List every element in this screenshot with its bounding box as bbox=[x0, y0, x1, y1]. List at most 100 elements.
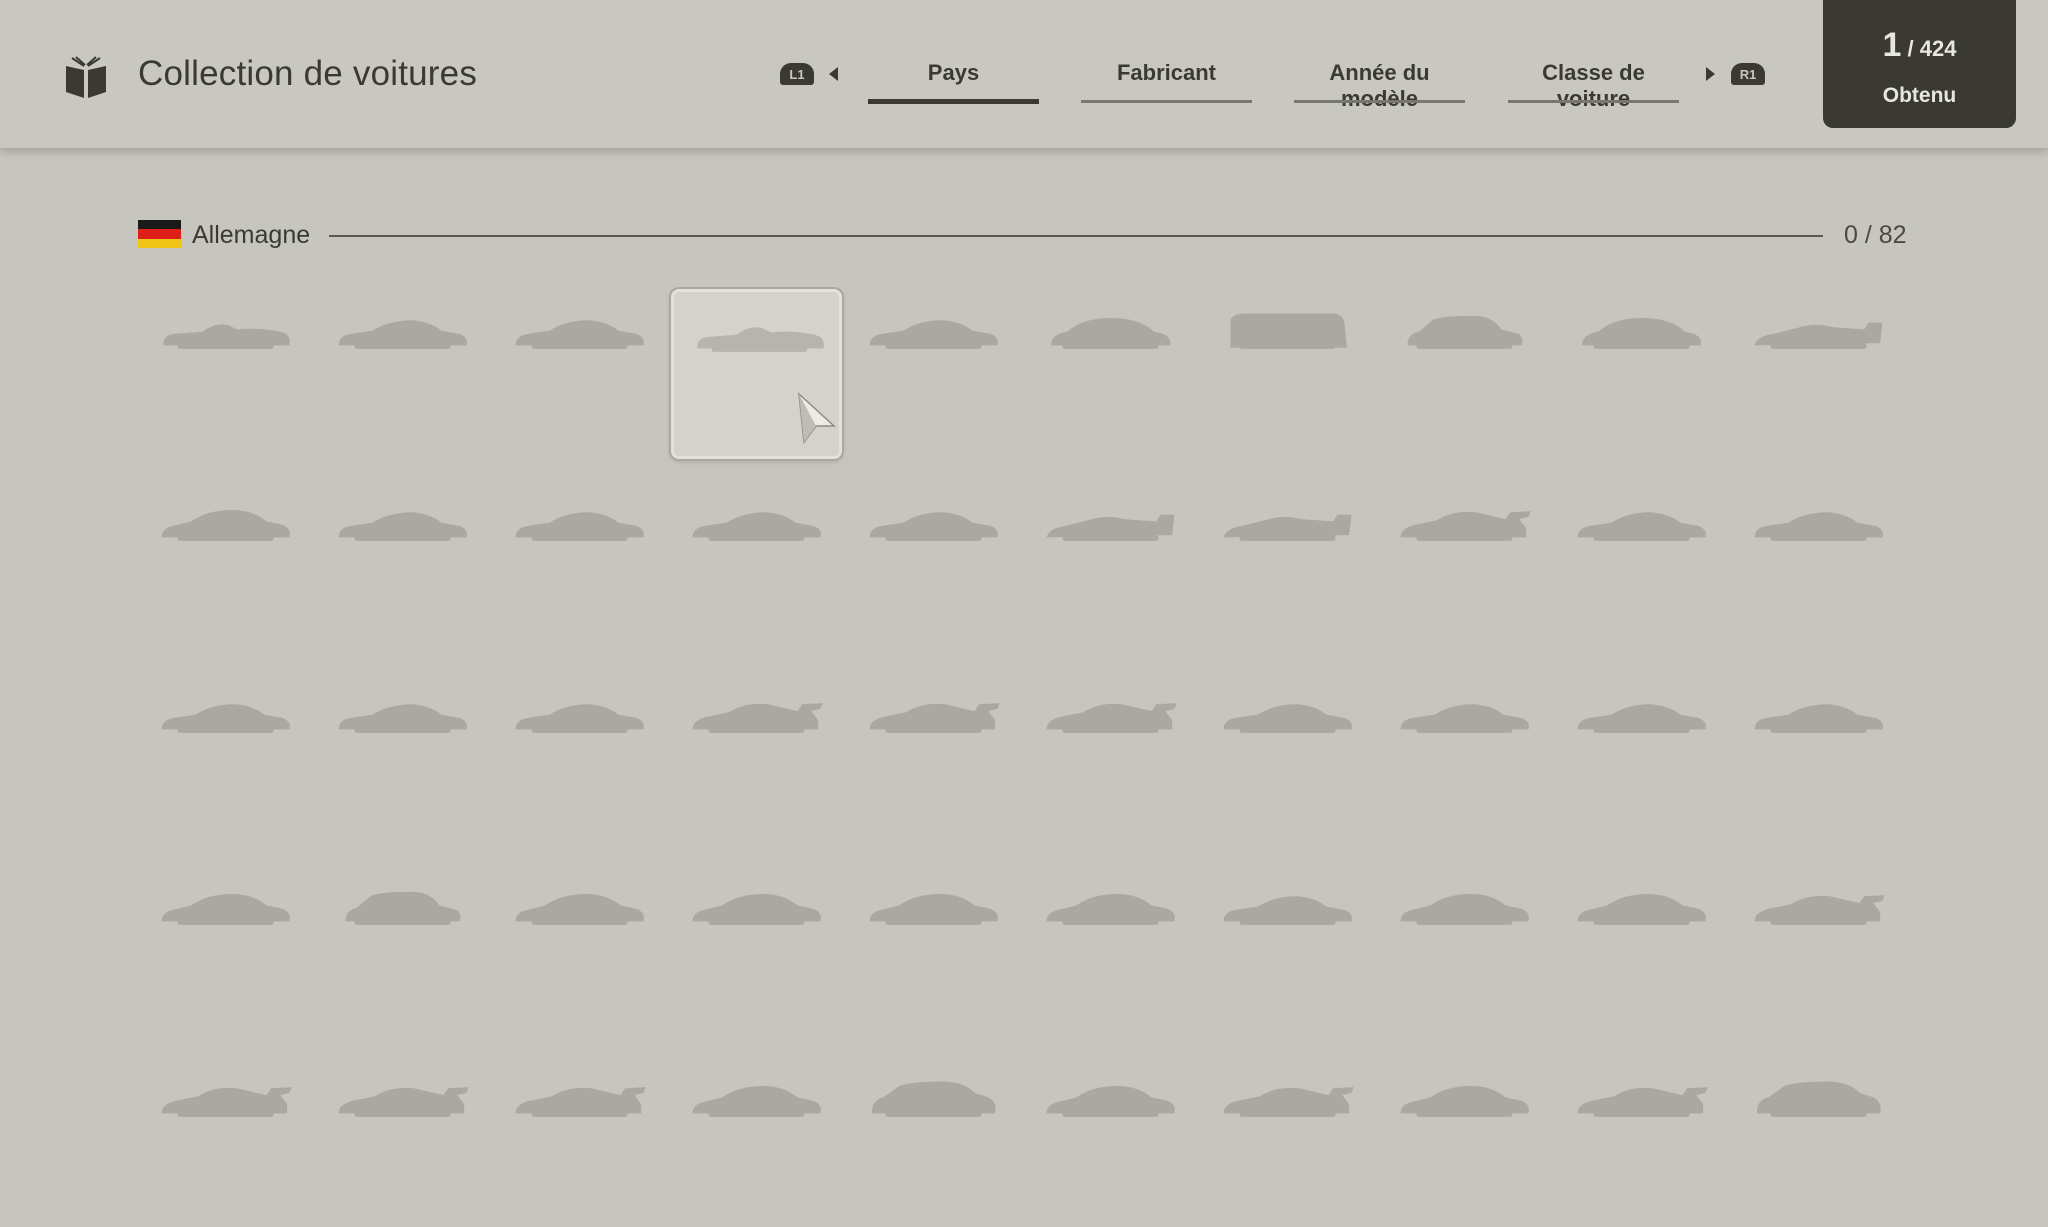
car-card-locked[interactable] bbox=[671, 673, 842, 843]
counter-value: 1 / 424 bbox=[1823, 26, 2016, 65]
tab-annee-du-modele[interactable]: Année du modèle bbox=[1294, 60, 1465, 112]
car-card-locked[interactable] bbox=[1202, 865, 1373, 1035]
car-card-locked[interactable] bbox=[140, 289, 311, 459]
car-silhouette-icon bbox=[1051, 318, 1171, 349]
prev-arrow-icon[interactable] bbox=[829, 67, 838, 81]
car-silhouette-icon bbox=[1400, 511, 1531, 541]
country-count: 0 / 82 bbox=[1844, 221, 1907, 249]
car-silhouette-icon bbox=[515, 1087, 646, 1117]
r1-button[interactable]: R1 bbox=[1731, 63, 1765, 85]
car-silhouette-icon bbox=[692, 512, 821, 541]
car-card-locked[interactable] bbox=[848, 673, 1019, 843]
divider bbox=[329, 235, 1823, 237]
car-card-locked[interactable] bbox=[1733, 673, 1904, 843]
car-silhouette-icon bbox=[1223, 1087, 1354, 1117]
car-card-locked[interactable] bbox=[1202, 289, 1373, 459]
car-card-locked[interactable] bbox=[140, 673, 311, 843]
car-silhouette-icon bbox=[1046, 894, 1175, 925]
car-card-locked[interactable] bbox=[1733, 1057, 1904, 1227]
car-card-locked[interactable] bbox=[317, 481, 488, 651]
car-silhouette-icon bbox=[1754, 322, 1883, 349]
car-silhouette-icon bbox=[1400, 894, 1529, 925]
car-card-locked[interactable] bbox=[1733, 481, 1904, 651]
car-card-locked[interactable] bbox=[140, 1057, 311, 1227]
tab-underline bbox=[868, 99, 1039, 104]
car-card-locked[interactable] bbox=[1379, 865, 1550, 1035]
car-card-locked[interactable] bbox=[848, 481, 1019, 651]
car-silhouette-icon bbox=[869, 703, 1000, 733]
car-card-locked[interactable] bbox=[494, 1057, 665, 1227]
car-card-locked[interactable] bbox=[1379, 673, 1550, 843]
car-silhouette-icon bbox=[1230, 313, 1347, 349]
car-silhouette-icon bbox=[161, 1087, 292, 1117]
counter-label: Obtenu bbox=[1882, 84, 1957, 107]
car-silhouette-icon bbox=[1400, 704, 1529, 733]
car-silhouette-icon bbox=[338, 704, 467, 733]
car-card-locked[interactable] bbox=[1202, 1057, 1373, 1227]
car-silhouette-icon bbox=[871, 1081, 996, 1117]
car-card-locked[interactable] bbox=[848, 1057, 1019, 1227]
country-section-header: Allemagne 0 / 82 bbox=[138, 218, 1910, 252]
car-card-locked[interactable] bbox=[1025, 865, 1196, 1035]
car-card-locked[interactable] bbox=[1025, 673, 1196, 843]
car-card-locked[interactable] bbox=[317, 289, 488, 459]
car-silhouette-icon bbox=[1046, 703, 1177, 733]
car-silhouette-icon bbox=[161, 704, 290, 733]
page-title: Collection de voitures bbox=[138, 54, 478, 93]
car-card-locked[interactable] bbox=[140, 865, 311, 1035]
tab-underline bbox=[1294, 100, 1465, 103]
car-card-locked[interactable] bbox=[1556, 673, 1727, 843]
car-card-locked[interactable] bbox=[671, 1057, 842, 1227]
car-card-locked[interactable] bbox=[494, 289, 665, 459]
car-card-locked[interactable] bbox=[140, 481, 311, 651]
car-card-locked[interactable] bbox=[1379, 1057, 1550, 1227]
car-silhouette-icon bbox=[1046, 1086, 1175, 1117]
car-card-locked[interactable] bbox=[1556, 481, 1727, 651]
car-card-locked[interactable] bbox=[1733, 865, 1904, 1035]
car-silhouette-icon bbox=[1046, 514, 1175, 541]
car-silhouette-icon bbox=[515, 704, 644, 733]
car-card-locked[interactable] bbox=[494, 673, 665, 843]
car-silhouette-icon bbox=[692, 1086, 821, 1117]
tab-label: Fabricant bbox=[1116, 60, 1217, 85]
car-silhouette-icon bbox=[338, 320, 467, 349]
car-card-locked[interactable] bbox=[494, 481, 665, 651]
car-card-locked[interactable] bbox=[1379, 289, 1550, 459]
car-card-locked[interactable] bbox=[1379, 481, 1550, 651]
flag-stripe bbox=[138, 220, 181, 230]
car-card-locked[interactable] bbox=[1025, 481, 1196, 651]
car-card-locked[interactable] bbox=[848, 865, 1019, 1035]
car-silhouette-icon bbox=[163, 324, 290, 349]
tab-fabricant[interactable]: Fabricant bbox=[1081, 60, 1252, 103]
l1-button[interactable]: L1 bbox=[780, 63, 814, 85]
car-card-locked[interactable] bbox=[671, 481, 842, 651]
flag-stripe bbox=[138, 238, 181, 249]
car-silhouette-icon bbox=[515, 320, 644, 349]
car-card-locked[interactable] bbox=[317, 1057, 488, 1227]
tab-pays[interactable]: Pays bbox=[868, 60, 1039, 104]
car-card-locked[interactable] bbox=[1025, 289, 1196, 459]
car-card-locked[interactable] bbox=[1202, 673, 1373, 843]
car-card-locked[interactable] bbox=[1556, 1057, 1727, 1227]
car-card-locked[interactable] bbox=[671, 865, 842, 1035]
total-count: / 424 bbox=[1907, 36, 1957, 61]
car-card-locked[interactable] bbox=[1025, 1057, 1196, 1227]
next-arrow-icon[interactable] bbox=[1706, 67, 1715, 81]
tab-underline bbox=[1508, 100, 1679, 103]
car-silhouette-icon bbox=[1577, 1087, 1708, 1117]
car-card-locked[interactable] bbox=[494, 865, 665, 1035]
car-silhouette-icon bbox=[869, 320, 998, 349]
car-card-locked[interactable] bbox=[1556, 865, 1727, 1035]
car-card-locked[interactable] bbox=[1556, 289, 1727, 459]
tab-classe-de-voiture[interactable]: Classe de voiture bbox=[1508, 60, 1679, 112]
car-card-locked[interactable] bbox=[848, 289, 1019, 459]
car-silhouette-icon bbox=[869, 512, 998, 541]
car-card-locked[interactable] bbox=[317, 865, 488, 1035]
car-silhouette-icon bbox=[1400, 1086, 1529, 1117]
car-card-locked[interactable] bbox=[317, 673, 488, 843]
car-silhouette-icon bbox=[1754, 895, 1885, 925]
car-card-locked[interactable] bbox=[1733, 289, 1904, 459]
car-silhouette-icon bbox=[1223, 704, 1352, 733]
car-silhouette-icon bbox=[338, 1087, 469, 1117]
car-card-locked[interactable] bbox=[1202, 481, 1373, 651]
